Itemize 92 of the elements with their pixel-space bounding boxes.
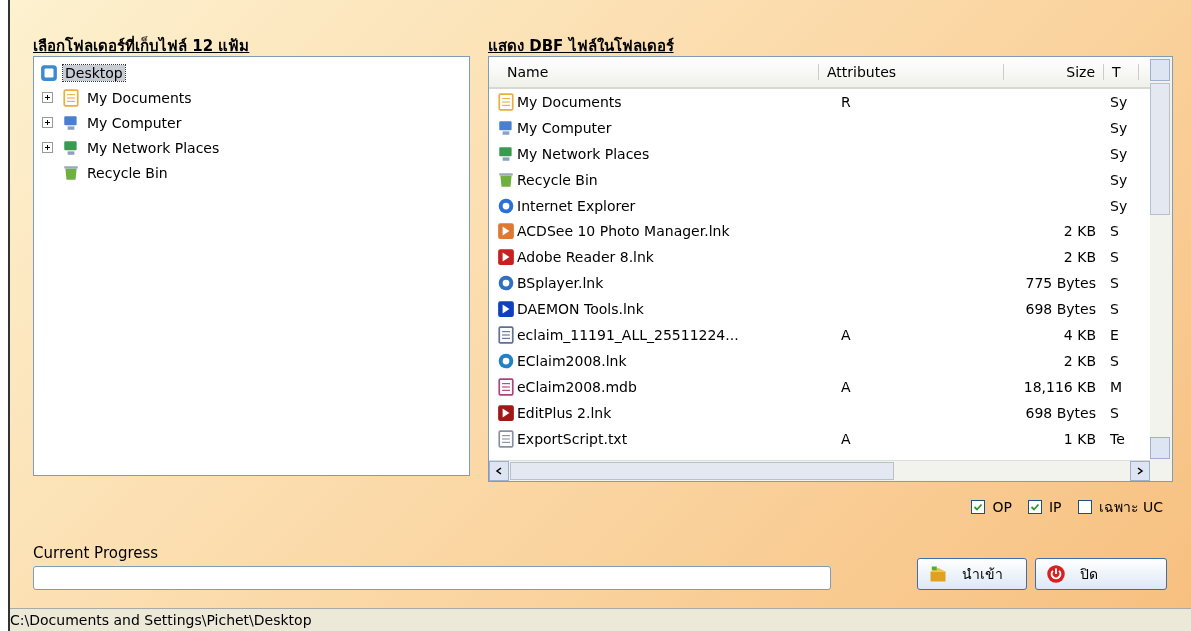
table-cell: A	[841, 430, 851, 447]
file-icon	[62, 113, 80, 132]
table-cell: S	[1110, 352, 1119, 369]
file-name[interactable]: Adobe Reader 8.lnk	[517, 249, 654, 266]
table-cell: 2 KB	[1063, 352, 1096, 369]
table-cell: A	[841, 378, 851, 395]
file-name[interactable]: ExportScript.txt	[517, 430, 628, 447]
tree-item[interactable]: My Computer	[85, 114, 184, 131]
table-cell: 18,116 KB	[1023, 378, 1096, 395]
scroll-left-icon[interactable]	[495, 467, 503, 475]
table-cell: S	[1110, 223, 1119, 240]
file-name[interactable]: DAEMON Tools.lnk	[517, 301, 644, 318]
section-heading: แสดง DBF ไฟล์ในโฟลเดอร์	[488, 35, 675, 56]
table-cell: 1 KB	[1063, 430, 1096, 447]
file-name[interactable]: EClaim2008.lnk	[517, 352, 627, 369]
tree-item[interactable]: Recycle Bin	[85, 164, 170, 181]
file-icon	[497, 196, 515, 215]
table-cell: 698 Bytes	[1025, 301, 1096, 318]
file-icon	[40, 63, 58, 82]
file-icon	[497, 144, 515, 163]
table-cell: 2 KB	[1063, 223, 1096, 240]
file-name[interactable]: My Computer	[517, 119, 612, 136]
file-icon	[497, 351, 515, 370]
table-cell: S	[1110, 404, 1119, 421]
file-name[interactable]: My Network Places	[517, 145, 650, 162]
table-cell: S	[1110, 249, 1119, 266]
check-icon	[1029, 502, 1040, 512]
file-icon	[497, 300, 515, 319]
file-icon	[497, 274, 515, 293]
column-header[interactable]: Size	[1004, 64, 1104, 80]
checkbox[interactable]	[971, 500, 986, 514]
expand-icon[interactable]	[42, 142, 53, 153]
table-cell: 775 Bytes	[1025, 275, 1096, 292]
file-icon	[497, 118, 515, 137]
table-cell: A	[841, 326, 851, 343]
file-name[interactable]: BSplayer.lnk	[517, 275, 604, 292]
table-cell: R	[841, 93, 851, 110]
table-cell: Sy	[1110, 197, 1128, 214]
expand-icon[interactable]	[42, 117, 53, 128]
checkbox-label[interactable]: เฉพาะ UC	[1098, 496, 1163, 518]
power-icon	[1046, 564, 1066, 584]
status-bar: C:\Documents and Settings\Pichet\Desktop	[10, 608, 1191, 631]
scroll-right-icon[interactable]	[1136, 467, 1144, 475]
table-cell: E	[1110, 326, 1119, 343]
horizontal-scrollbar[interactable]	[489, 460, 1150, 481]
section-heading: เลือกโฟลเดอร์ที่เก็บไฟล์ 12 แฟ้ม	[33, 34, 251, 56]
table-cell: 698 Bytes	[1025, 404, 1096, 421]
file-name[interactable]: My Documents	[517, 93, 622, 110]
tree-item[interactable]: Desktop	[63, 64, 125, 81]
file-name[interactable]: Internet Explorer	[517, 197, 636, 214]
column-header[interactable]: T	[1104, 64, 1139, 80]
column-header[interactable]: Name	[489, 64, 819, 80]
checkbox[interactable]	[1027, 500, 1042, 514]
file-icon	[497, 429, 515, 448]
checkbox[interactable]	[1077, 500, 1092, 514]
close-button[interactable]: ปิด	[1035, 558, 1167, 590]
vertical-scrollbar[interactable]	[1150, 57, 1172, 481]
table-cell: M	[1110, 378, 1123, 395]
table-cell: 2 KB	[1063, 249, 1096, 266]
column-header[interactable]: Attributes	[819, 64, 1004, 80]
expand-icon[interactable]	[42, 92, 53, 103]
table-cell: S	[1110, 275, 1119, 292]
progress-label: Current Progress	[33, 544, 160, 562]
file-icon	[497, 377, 515, 396]
table-cell: Sy	[1110, 171, 1128, 188]
file-name[interactable]: eClaim2008.mdb	[517, 378, 637, 395]
table-cell: 4 KB	[1063, 326, 1096, 343]
file-icon	[497, 170, 515, 189]
table-cell: Sy	[1110, 119, 1128, 136]
checkbox-label[interactable]: OP	[992, 499, 1012, 515]
file-name[interactable]: eclaim_11191_ALL_25511224...	[517, 326, 739, 343]
file-icon	[497, 92, 515, 111]
table-cell: S	[1110, 301, 1119, 318]
file-icon	[62, 163, 80, 182]
file-name[interactable]: ACDSee 10 Photo Manager.lnk	[517, 223, 730, 240]
file-icon	[62, 138, 80, 157]
file-icon	[497, 248, 515, 267]
checkbox-label[interactable]: IP	[1048, 499, 1062, 515]
check-icon	[973, 502, 984, 512]
import-button[interactable]: นำเข้า	[917, 558, 1027, 590]
box-icon	[928, 564, 948, 584]
file-icon	[497, 222, 515, 241]
tree-item[interactable]: My Network Places	[85, 139, 222, 156]
tree-item[interactable]: My Documents	[85, 89, 194, 106]
file-icon	[62, 88, 80, 107]
table-cell: Sy	[1110, 145, 1128, 162]
file-name[interactable]: EditPlus 2.lnk	[517, 404, 612, 421]
file-name[interactable]: Recycle Bin	[517, 171, 598, 188]
file-icon	[497, 325, 515, 344]
file-icon	[497, 403, 515, 422]
table-cell: Sy	[1110, 93, 1128, 110]
table-cell: Te	[1110, 430, 1125, 447]
